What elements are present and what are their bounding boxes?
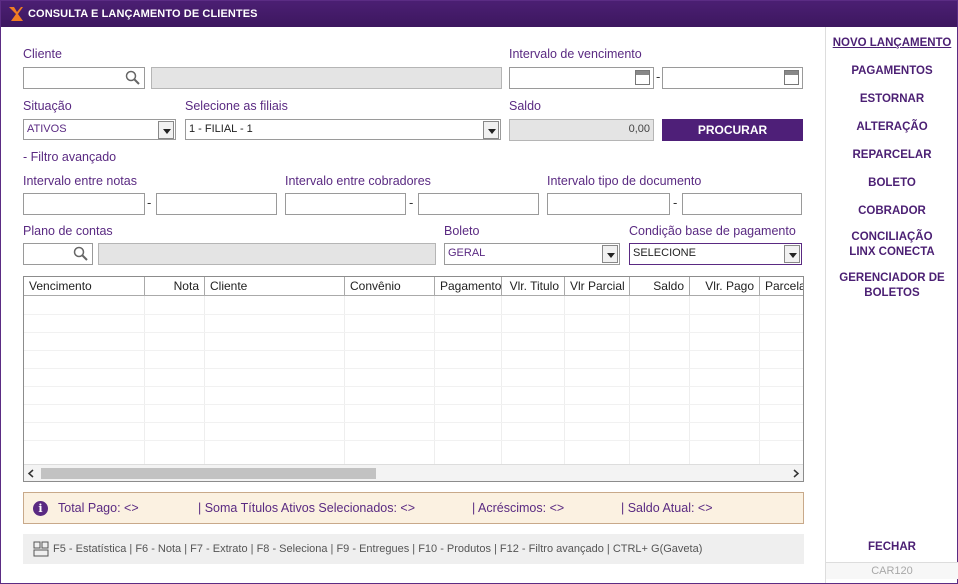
nota-to-input[interactable]	[156, 193, 277, 215]
search-icon[interactable]	[125, 70, 141, 86]
plano-label: Plano de contas	[23, 224, 113, 238]
col-parcela[interactable]: Parcela	[760, 277, 803, 296]
cliente-label: Cliente	[23, 47, 62, 61]
boleto-button[interactable]: BOLETO	[826, 176, 958, 191]
title-bar: CONSULTA E LANÇAMENTO DE CLIENTES	[1, 1, 957, 27]
tipo-doc-from-input[interactable]	[547, 193, 670, 215]
vencimento-to-input[interactable]	[662, 67, 803, 89]
condicao-label: Condição base de pagamento	[629, 224, 796, 238]
boleto-select[interactable]: GERAL	[444, 243, 620, 265]
linx-logo-icon	[9, 7, 23, 21]
plano-name-field	[98, 243, 436, 265]
calendar-icon[interactable]	[784, 70, 799, 85]
soma-titulos: | Soma Títulos Ativos Selecionados: <>	[198, 501, 416, 515]
shortcuts-bar: F5 - Estatística | F6 - Nota | F7 - Extr…	[23, 534, 804, 564]
situacao-label: Situação	[23, 99, 72, 113]
chevron-down-icon[interactable]	[158, 121, 174, 139]
screen-code: CAR120	[826, 562, 958, 579]
range-dash: -	[673, 195, 678, 210]
acrescimos: | Acréscimos: <>	[472, 501, 565, 515]
col-vencimento[interactable]: Vencimento	[24, 277, 145, 296]
range-dash: -	[409, 195, 414, 210]
tipo-doc-to-input[interactable]	[682, 193, 802, 215]
situacao-value: ATIVOS	[27, 123, 67, 135]
col-saldo[interactable]: Saldo	[630, 277, 690, 296]
boleto-value: GERAL	[448, 247, 486, 259]
condicao-select[interactable]: SELECIONE	[629, 243, 802, 265]
cobrador-button[interactable]: COBRADOR	[826, 204, 958, 219]
chevron-down-icon[interactable]	[784, 245, 800, 263]
totals-bar: i Total Pago: <> | Soma Títulos Ativos S…	[23, 492, 804, 524]
scroll-left-icon[interactable]	[27, 469, 35, 478]
nota-from-input[interactable]	[23, 193, 145, 215]
window-title: CONSULTA E LANÇAMENTO DE CLIENTES	[28, 8, 258, 20]
saldo-field: 0,00	[509, 119, 654, 141]
search-icon[interactable]	[73, 246, 89, 262]
total-pago: Total Pago: <>	[58, 501, 139, 515]
condicao-value: SELECIONE	[633, 247, 696, 259]
gerenciador-boletos-button[interactable]: GERENCIADOR DE BOLETOS	[826, 271, 958, 301]
horizontal-scrollbar[interactable]	[24, 464, 803, 481]
range-dash: -	[656, 69, 661, 84]
conciliacao-button[interactable]: CONCILIAÇÃO LINX CONECTA	[826, 230, 958, 260]
range-dash: -	[147, 195, 152, 210]
novo-lancamento-button[interactable]: NOVO LANÇAMENTO	[826, 36, 958, 51]
filiais-label: Selecione as filiais	[185, 99, 288, 113]
vencimento-from-input[interactable]	[509, 67, 654, 89]
chevron-down-icon[interactable]	[483, 121, 499, 139]
vencimento-label: Intervalo de vencimento	[509, 47, 642, 61]
boleto-label: Boleto	[444, 224, 480, 238]
reparcelar-button[interactable]: REPARCELAR	[826, 148, 958, 163]
col-vlr-titulo[interactable]: Vlr. Titulo	[502, 277, 565, 296]
fechar-button[interactable]: FECHAR	[826, 540, 958, 555]
filiais-value: 1 - FILIAL - 1	[189, 123, 253, 135]
situacao-select[interactable]: ATIVOS	[23, 119, 176, 140]
filiais-select[interactable]: 1 - FILIAL - 1	[185, 119, 501, 140]
alteracao-button[interactable]: ALTERAÇÃO	[826, 120, 958, 135]
shortcuts-text: F5 - Estatística | F6 - Nota | F7 - Extr…	[53, 543, 703, 555]
pagamentos-button[interactable]: PAGAMENTOS	[826, 64, 958, 79]
procurar-button[interactable]: PROCURAR	[662, 119, 803, 141]
app-window: CONSULTA E LANÇAMENTO DE CLIENTES Client…	[0, 0, 958, 584]
saldo-atual: | Saldo Atual: <>	[621, 501, 713, 515]
col-nota[interactable]: Nota	[145, 277, 205, 296]
action-sidebar: NOVO LANÇAMENTO PAGAMENTOS ESTORNAR ALTE…	[825, 27, 958, 583]
col-pagamento[interactable]: Pagamento	[435, 277, 502, 296]
notas-label: Intervalo entre notas	[23, 174, 137, 188]
chevron-down-icon[interactable]	[602, 245, 618, 263]
tipo-doc-label: Intervalo tipo de documento	[547, 174, 702, 188]
grid-header: Vencimento Nota Cliente Convênio Pagamen…	[24, 277, 803, 296]
cobradores-label: Intervalo entre cobradores	[285, 174, 431, 188]
calendar-icon[interactable]	[635, 70, 650, 85]
col-cliente[interactable]: Cliente	[205, 277, 345, 296]
saldo-label: Saldo	[509, 99, 541, 113]
col-vlr-pago[interactable]: Vlr. Pago	[690, 277, 760, 296]
keyboard-icon	[33, 541, 49, 557]
col-vlr-parcial[interactable]: Vlr Parcial	[565, 277, 630, 296]
estornar-button[interactable]: ESTORNAR	[826, 92, 958, 107]
cobrador-from-input[interactable]	[285, 193, 406, 215]
cobrador-to-input[interactable]	[418, 193, 539, 215]
main-panel: Cliente Intervalo de vencimento - Situaç…	[1, 27, 825, 583]
filtro-avancado-toggle[interactable]: - Filtro avançado	[23, 150, 116, 164]
cliente-name-field	[151, 67, 502, 89]
scroll-right-icon[interactable]	[792, 469, 800, 478]
titles-grid[interactable]: Vencimento Nota Cliente Convênio Pagamen…	[23, 276, 804, 482]
col-convenio[interactable]: Convênio	[345, 277, 435, 296]
scrollbar-thumb[interactable]	[41, 468, 376, 479]
info-icon: i	[33, 501, 48, 516]
